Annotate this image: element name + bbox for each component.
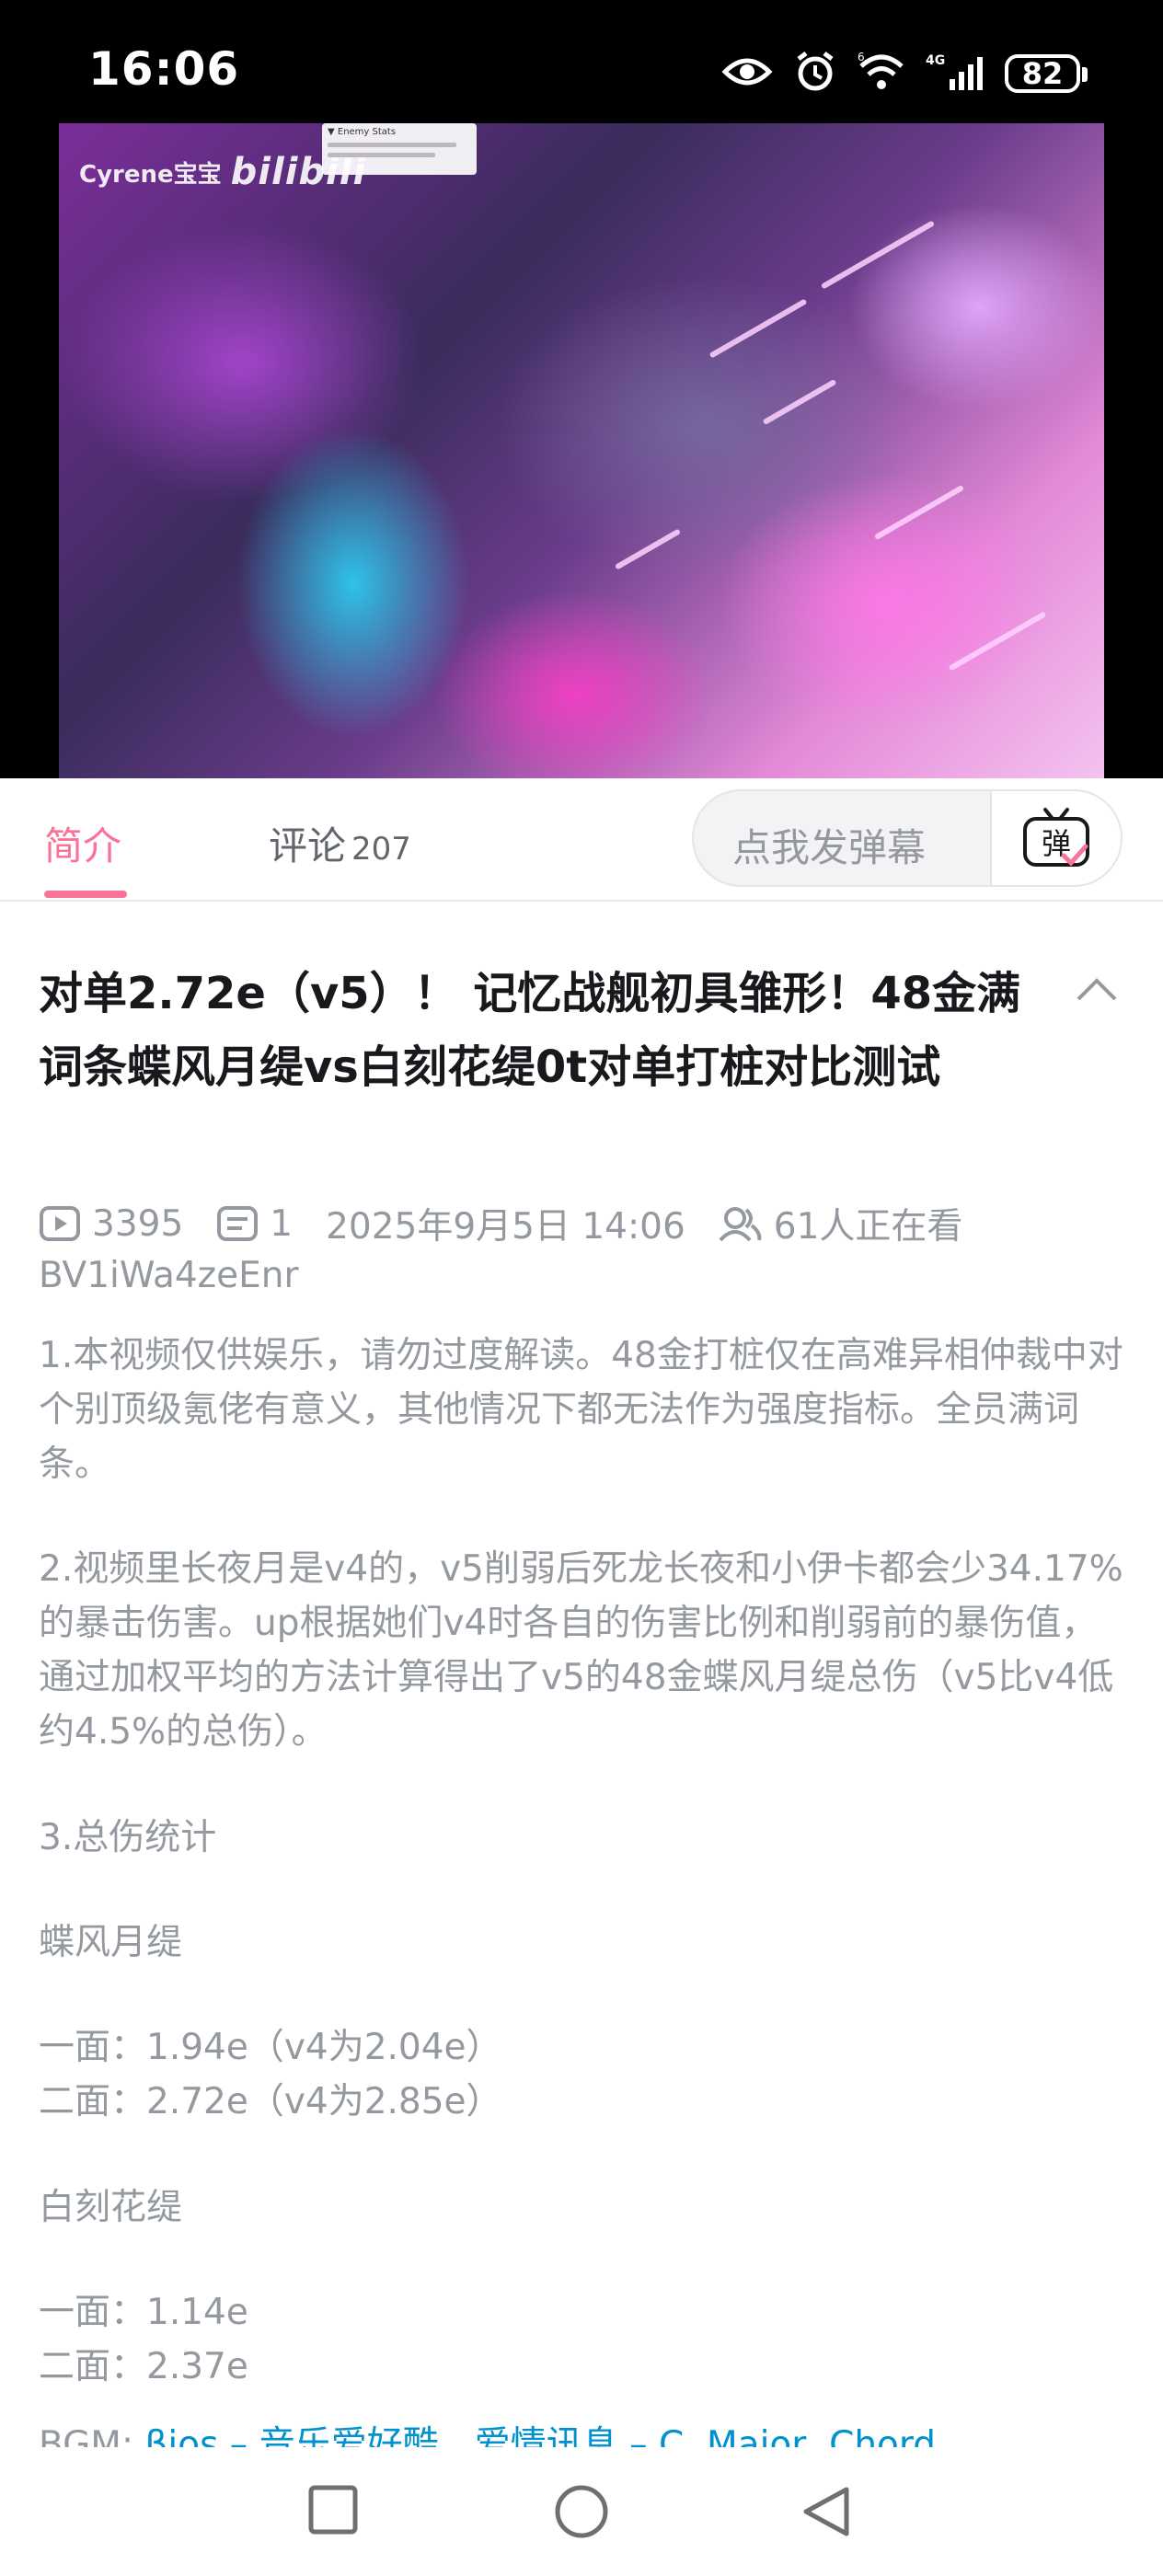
- system-nav-bar: [0, 2447, 1163, 2576]
- danmaku-tv-icon: 弹: [1023, 808, 1089, 867]
- home-circle-icon[interactable]: [554, 2484, 609, 2543]
- tab-comments[interactable]: 评论 207: [269, 815, 411, 871]
- team1-name: 蝶风月缇: [39, 1922, 183, 1963]
- video-player[interactable]: Cyrene宝宝 bilibili ▼ Enemy Stats: [0, 123, 1163, 778]
- play-count-icon: [40, 1206, 80, 1241]
- bvid[interactable]: BV1iWa4zeEnr: [39, 1255, 299, 1296]
- danmaku-placeholder: 点我发弹幕: [732, 825, 927, 870]
- video-frame-image[interactable]: Cyrene宝宝 bilibili ▼ Enemy Stats: [59, 123, 1104, 778]
- comments-count: 207: [351, 831, 411, 868]
- chevron-up-icon[interactable]: [1075, 975, 1119, 1006]
- desc-paragraph-2: 2.视频里长夜月是v4的，v5削弱后死龙长夜和小伊卡都会少34.17%的暴击伤害…: [39, 1548, 1123, 1753]
- svg-text:4G: 4G: [926, 53, 945, 68]
- back-triangle-icon[interactable]: [800, 2484, 852, 2543]
- danmaku-input[interactable]: 点我发弹幕 弹: [692, 789, 1123, 887]
- tab-comments-label: 评论: [269, 823, 347, 868]
- team2-name: 白刻花缇: [39, 2187, 183, 2228]
- tab-bar: 简介 评论 207 点我发弹幕 弹: [0, 778, 1163, 902]
- watching-count: 61人正在看: [773, 1206, 963, 1248]
- tab-active-indicator: [44, 891, 127, 898]
- tab-intro[interactable]: 简介: [44, 815, 121, 871]
- danmaku-count-icon: [217, 1206, 259, 1241]
- publish-date: 2025年9月5日 14:06: [326, 1206, 685, 1248]
- status-time: 16:06: [88, 42, 240, 96]
- status-icons: 6 4G 82: [721, 46, 1088, 101]
- team1-line2: 二面：2.72e（v4为2.85e）: [39, 2081, 502, 2122]
- signal-4g-icon: 4G: [926, 52, 985, 96]
- desc-paragraph-3: 3.总伤统计: [39, 1817, 217, 1858]
- team2-line2: 二面：2.37e: [39, 2346, 248, 2387]
- team1-line1: 一面：1.94e（v4为2.04e）: [39, 2027, 502, 2068]
- danmaku-count: 1: [270, 1202, 294, 1245]
- channel-watermark: Cyrene宝宝: [79, 160, 222, 189]
- svg-text:6: 6: [858, 52, 865, 63]
- team2-line1: 一面：1.14e: [39, 2292, 248, 2333]
- video-meta-row: 3395 1 2025年9月5日 14:06 61人正在看: [39, 1198, 962, 1249]
- alarm-icon: [793, 50, 837, 98]
- eye-icon: [721, 53, 773, 94]
- desc-paragraph-1: 1.本视频仅供娱乐，请勿过度解读。48金打桩仅在高难异相仲裁中对个别顶级氪佬有意…: [39, 1335, 1123, 1485]
- status-bar: 16:06 6 4G 82: [0, 0, 1163, 123]
- danmaku-toggle-button[interactable]: 弹: [990, 791, 1121, 885]
- enemy-stats-title: ▼ Enemy Stats: [328, 127, 397, 137]
- watching-people-icon: [719, 1207, 762, 1242]
- view-count: 3395: [92, 1202, 184, 1245]
- video-title: 对单2.72e（v5）！ 记忆战舰初具雏形！48金满词条蝶风月缇vs白刻花缇0t…: [39, 968, 1021, 1093]
- recents-square-icon[interactable]: [307, 2484, 359, 2539]
- enemy-stats-overlay: ▼ Enemy Stats: [322, 123, 477, 175]
- wifi-icon: 6: [858, 51, 905, 96]
- battery-icon: 82: [1005, 54, 1088, 93]
